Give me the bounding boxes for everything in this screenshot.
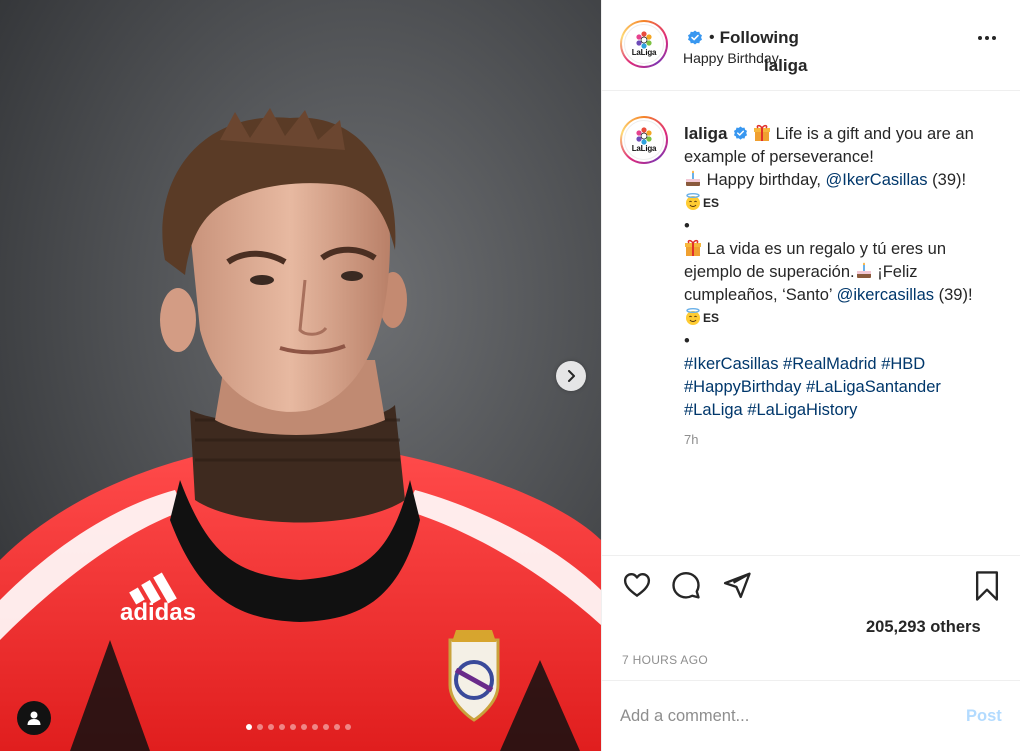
carousel-indicator [246,724,351,730]
carousel-dot [246,724,252,730]
caption-birthday-text: Happy birthday, [706,171,821,189]
hashtag-link[interactable]: #LaLigaHistory [747,401,857,419]
carousel-dot [257,724,263,730]
laliga-logo: LaLiga [624,24,664,64]
carousel-dot [334,724,340,730]
post-photo[interactable]: adidas [0,0,601,751]
comment-input[interactable] [620,701,940,731]
carousel-dot [268,724,274,730]
caption-intro: Life is a gift and you are an example of… [684,125,974,166]
comment-composer: Post [602,680,1020,751]
location-label[interactable]: Happy Birthday [683,50,779,66]
smiling-face-with-halo-icon [686,308,700,325]
player-portrait-image: adidas [0,0,601,751]
carousel-dot [301,724,307,730]
verified-badge-icon [688,30,702,45]
post-header: LaLiga laliga • Following Happy Birthday [602,0,1020,91]
birthday-cake-emoji-icon [686,170,700,186]
post-timestamp[interactable]: 7 HOURS AGO [622,653,708,667]
logo-text: LaLiga [631,144,657,153]
tagged-users-button[interactable] [17,701,51,735]
hashtag-list: #IkerCasillas #RealMadrid #HBD #HappyBir… [684,355,941,419]
caption-age: (39)! [932,171,967,189]
comment-button[interactable] [671,570,701,605]
chevron-right-icon [568,370,575,382]
header-separator: • [709,29,715,46]
action-bar: 205,293 others 7 HOURS AGO [602,555,1020,680]
flag-es-label: ES [703,311,720,325]
hashtag-link[interactable]: #HappyBirthday [684,378,801,396]
svg-text:adidas: adidas [120,599,196,626]
more-options-button[interactable] [978,36,996,40]
header-title-row: laliga • Following [683,28,807,75]
verified-badge-icon [734,126,748,140]
post-details-panel: LaLiga laliga • Following Happy Birthday [601,0,1020,751]
avatar[interactable]: LaLiga [620,20,668,68]
like-button[interactable] [622,570,652,605]
gift-emoji-icon [685,239,701,256]
caption-timestamp[interactable]: 7h [684,432,698,447]
carousel-dot [323,724,329,730]
carousel-dot [290,724,296,730]
gift-emoji-icon [754,124,771,141]
caption-username-link[interactable]: laliga [684,124,727,143]
laliga-logo: LaLiga [624,120,664,160]
hashtag-link[interactable]: #LaLiga [684,401,743,419]
paper-plane-icon [723,572,751,599]
logo-text: LaLiga [631,48,657,57]
caption-section: LaLiga laliga Life is a gift and you are… [602,92,1020,554]
more-options-icon [978,36,982,40]
birthday-cake-emoji-icon [856,262,871,278]
mention-link[interactable]: @ikercasillas [837,286,934,304]
bookmark-icon [975,571,999,601]
bullet: • [684,217,690,235]
bullet: • [684,332,690,350]
post-comment-button[interactable]: Post [966,707,1002,726]
caption-avatar[interactable]: LaLiga [620,116,668,164]
carousel-dot [312,724,318,730]
hashtag-link[interactable]: #IkerCasillas [684,355,778,373]
comment-bubble-icon [672,571,700,599]
laliga-emblem-icon [636,31,652,49]
laliga-emblem-icon [636,127,652,145]
caption-text: laliga Life is a gift and you are an exa… [684,122,1004,422]
hashtag-link[interactable]: #LaLigaSantander [806,378,941,396]
share-button[interactable] [722,570,752,605]
likes-count[interactable]: 205,293 others [866,618,981,637]
save-button[interactable] [972,570,1002,607]
smiling-face-with-halo-icon [686,193,700,210]
next-slide-button[interactable] [556,361,586,391]
mention-link[interactable]: @IkerCasillas [826,171,928,189]
hashtag-link[interactable]: #RealMadrid [783,355,877,373]
heart-icon [623,572,651,597]
user-icon [27,711,41,725]
carousel-dot [345,724,351,730]
following-button[interactable]: Following [720,28,799,48]
caption-age: (39)! [938,286,973,304]
hashtag-link[interactable]: #HBD [881,355,925,373]
carousel-dot [279,724,285,730]
flag-es-label: ES [703,196,720,210]
